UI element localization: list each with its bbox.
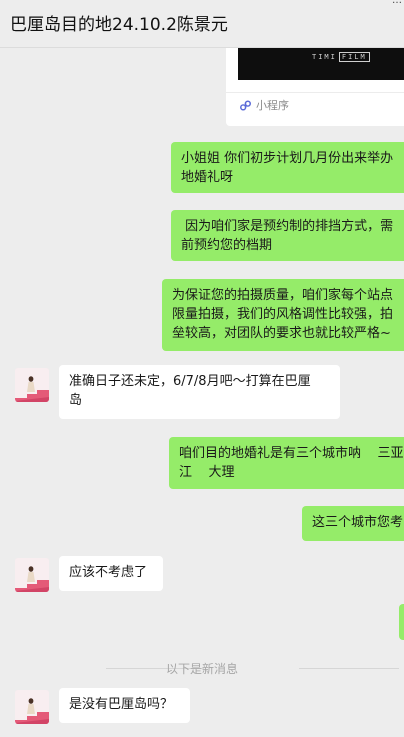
film-logo: TIMI FILM bbox=[312, 52, 370, 62]
card-divider bbox=[226, 92, 404, 93]
mini-program-footer: 小程序 bbox=[239, 97, 289, 113]
avatar-image bbox=[15, 690, 49, 724]
message-bubble-outgoing[interactable] bbox=[399, 604, 404, 640]
message-bubble-incoming[interactable]: 是没有巴厘岛吗？ bbox=[59, 688, 190, 723]
new-messages-separator: 以下是新消息 bbox=[0, 660, 404, 676]
mini-program-label: 小程序 bbox=[256, 99, 289, 112]
message-bubble-incoming[interactable]: 应该不考虑了 bbox=[59, 556, 163, 591]
message-bubble-outgoing[interactable]: 因为咱们家是预约制的排挡方式，需 前预约您的档期 bbox=[171, 210, 404, 261]
message-bubble-outgoing[interactable]: 咱们目的地婚礼是有三个城市呐 三亚 江 大理 bbox=[169, 437, 404, 489]
contact-avatar[interactable] bbox=[15, 690, 49, 724]
more-options-icon[interactable]: … bbox=[392, 0, 402, 6]
avatar-image bbox=[15, 558, 49, 592]
chat-header: 巴厘岛目的地24.10.2陈景元 … bbox=[0, 0, 404, 48]
chat-area[interactable]: TIMI FILM 小程序 小姐姐 你们初步计划几月份出来举办 地婚礼呀 因为咱们… bbox=[0, 48, 404, 737]
separator-line bbox=[299, 668, 399, 669]
mini-program-icon bbox=[240, 99, 251, 111]
mini-program-card[interactable]: TIMI FILM 小程序 bbox=[226, 48, 404, 126]
message-bubble-outgoing[interactable]: 这三个城市您考 bbox=[302, 506, 404, 541]
message-bubble-incoming[interactable]: 准确日子还未定，6/7/8月吧～打算在巴厘 岛 bbox=[59, 365, 340, 419]
contact-avatar[interactable] bbox=[15, 558, 49, 592]
mini-program-thumbnail: TIMI FILM bbox=[238, 48, 404, 80]
avatar-image bbox=[15, 368, 49, 402]
chat-title: 巴厘岛目的地24.10.2陈景元 bbox=[10, 15, 228, 35]
message-bubble-outgoing[interactable]: 小姐姐 你们初步计划几月份出来举办 地婚礼呀 bbox=[171, 142, 404, 193]
message-bubble-outgoing[interactable]: 为保证您的拍摄质量，咱们家每个站点 限量拍摄，我们的风格调性比较强，拍 垒较高，… bbox=[162, 279, 404, 351]
contact-avatar[interactable] bbox=[15, 368, 49, 402]
